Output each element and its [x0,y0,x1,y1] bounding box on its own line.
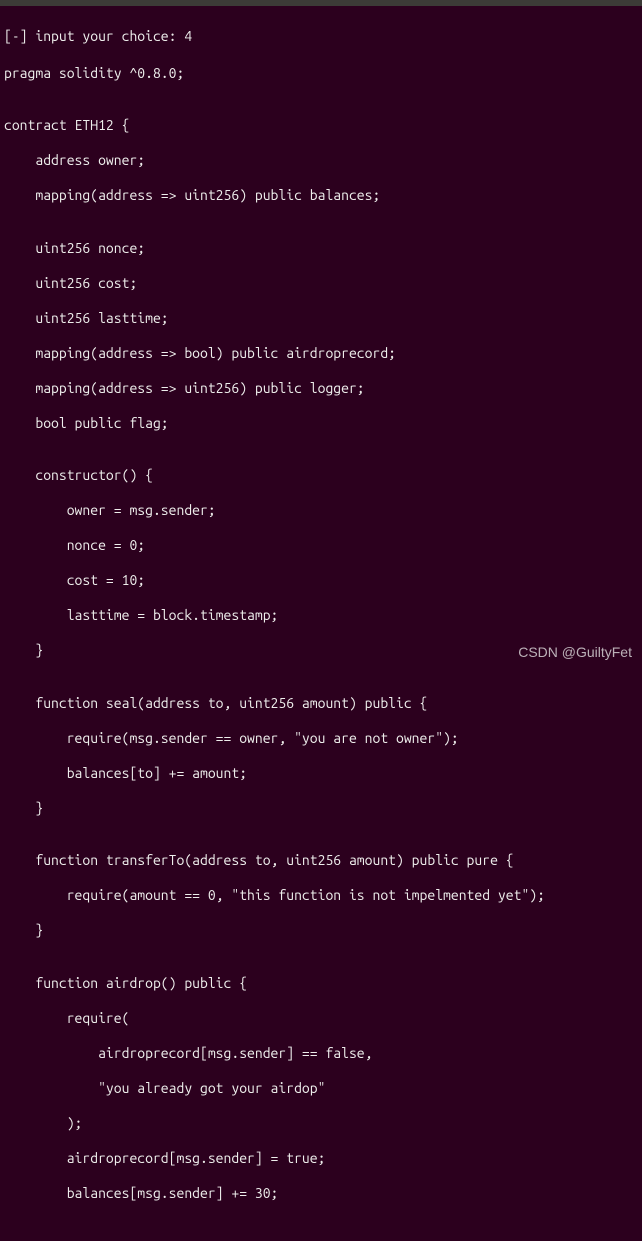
code-line: ); [4,1115,638,1133]
watermark: CSDN @GuiltyFet [518,644,632,662]
code-line: function transferTo(address to, uint256 … [4,852,638,870]
code-line: } [4,922,638,940]
code-line: uint256 lasttime; [4,310,638,328]
code-line: contract ETH12 { [4,117,638,135]
code-line: function seal(address to, uint256 amount… [4,695,638,713]
code-line: constructor() { [4,467,638,485]
terminal-output: [-] input your choice: 4 pragma solidity… [0,6,642,1241]
code-line: lasttime = block.timestamp; [4,607,638,625]
code-line: bool public flag; [4,415,638,433]
code-line: uint256 nonce; [4,240,638,258]
code-line: nonce = 0; [4,537,638,555]
code-line: cost = 10; [4,572,638,590]
code-line: mapping(address => uint256) public balan… [4,187,638,205]
code-line: uint256 cost; [4,275,638,293]
code-line: mapping(address => uint256) public logge… [4,380,638,398]
solidity-source: pragma solidity ^0.8.0; contract ETH12 {… [4,47,638,1220]
code-line: } [4,800,638,818]
code-line: owner = msg.sender; [4,502,638,520]
code-line: balances[msg.sender] += 30; [4,1185,638,1203]
code-line: pragma solidity ^0.8.0; [4,65,638,83]
prompt-line: [-] input your choice: 4 [4,28,192,44]
code-line: require(msg.sender == owner, "you are no… [4,730,638,748]
code-line: require( [4,1010,638,1028]
code-line: airdroprecord[msg.sender] == false, [4,1045,638,1063]
code-line: balances[to] += amount; [4,765,638,783]
code-line: function airdrop() public { [4,975,638,993]
code-line: address owner; [4,152,638,170]
code-line: mapping(address => bool) public airdropr… [4,345,638,363]
code-line: "you already got your airdop" [4,1080,638,1098]
code-line: require(amount == 0, "this function is n… [4,887,638,905]
code-line: airdroprecord[msg.sender] = true; [4,1150,638,1168]
